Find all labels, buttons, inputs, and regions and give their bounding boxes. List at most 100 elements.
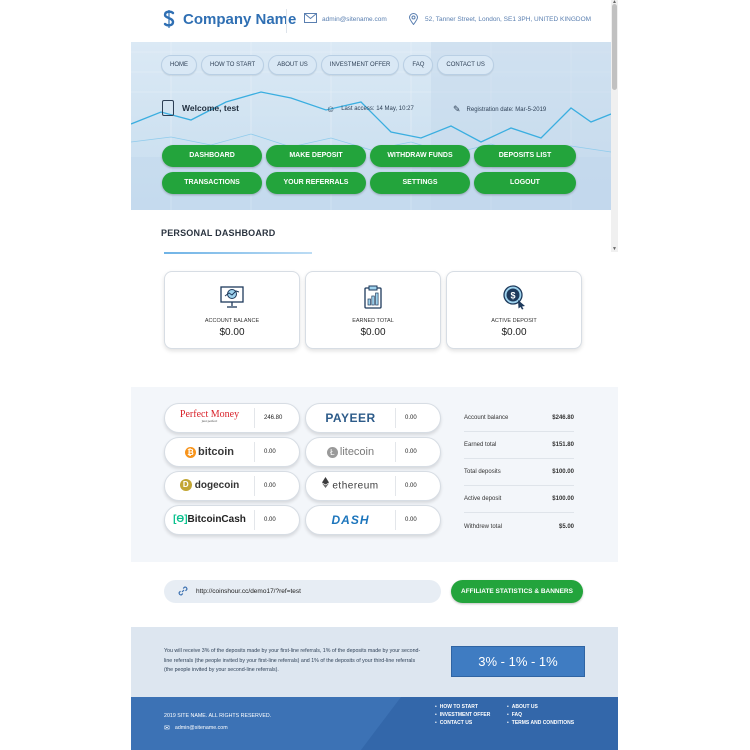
stat-value: $246.80 xyxy=(552,415,574,421)
dogecoin-amount: 0.00 xyxy=(264,483,276,489)
header-address: 52, Tanner Street, London, SE1 3PH, UNIT… xyxy=(406,13,592,26)
welcome-message: Welcome, test xyxy=(162,100,239,116)
payeer-name: PAYEER xyxy=(325,411,376,425)
pencil-icon: ✎ xyxy=(453,104,461,114)
ethereum-amount: 0.00 xyxy=(405,483,417,489)
payeer-logo: PAYEER xyxy=(306,408,396,428)
bitcoin-logo: ₿ bitcoin xyxy=(165,442,255,462)
header-email-text: admin@sitename.com xyxy=(322,15,387,23)
footer-link-investment-offer[interactable]: INVESTMENT OFFER xyxy=(435,712,491,718)
dashboard-button[interactable]: DASHBOARD xyxy=(162,145,262,167)
footer-link-how-to-start[interactable]: HOW TO START xyxy=(435,704,490,710)
scroll-down-icon[interactable]: ▼ xyxy=(612,247,617,252)
main-content: Company Name admin@sitename.com 52, Tann… xyxy=(131,0,618,750)
stat-label: Active deposit xyxy=(464,496,502,502)
footer-link-faq[interactable]: FAQ xyxy=(507,712,574,718)
ethereum-logo: ethereum xyxy=(306,476,396,496)
payeer-amount: 0.00 xyxy=(405,415,417,421)
litecoin-amount: 0.00 xyxy=(405,449,417,455)
referral-info: You will receive 3% of the deposits made… xyxy=(131,627,618,697)
withdraw-funds-button[interactable]: WITHDRAW FUNDS xyxy=(370,145,470,167)
stat-value: $5.00 xyxy=(558,523,574,530)
footer-links-col1: HOW TO START INVESTMENT OFFER CONTACT US xyxy=(435,704,491,726)
scrollbar[interactable]: ▲ ▼ xyxy=(611,0,618,252)
footer-email[interactable]: ✉ admin@sitename.com xyxy=(164,724,228,732)
logout-button[interactable]: LOGOUT xyxy=(474,172,576,194)
referral-link-field[interactable]: http://coinshour.cc/demo17/?ref=test xyxy=(164,580,441,603)
stat-value: $100.00 xyxy=(552,496,574,502)
monitor-chart-icon xyxy=(219,284,245,310)
litecoin-balance: Łlitecoin 0.00 xyxy=(305,437,441,467)
payment-systems-grid: Perfect Money just perfect 246.80 PAYEER… xyxy=(164,403,441,535)
stat-row: Total deposits $100.00 xyxy=(464,459,574,486)
dogecoin-name: dogecoin xyxy=(194,480,240,491)
clipboard-chart-icon xyxy=(360,284,386,310)
hero-banner: HOME HOW TO START ABOUT US INVESTMENT OF… xyxy=(131,42,611,210)
logo[interactable]: Company Name xyxy=(161,9,296,29)
bitcoincash-icon: [ϴ] xyxy=(173,514,188,525)
perfect-money-logo: Perfect Money just perfect xyxy=(165,408,255,428)
stat-value: $100.00 xyxy=(552,469,574,475)
user-icon: ☺ xyxy=(326,104,336,114)
litecoin-logo: Łlitecoin xyxy=(306,442,396,462)
perfect-money-amount: 246.80 xyxy=(264,415,283,421)
active-deposit-card: $ ACTIVE DEPOSIT $0.00 xyxy=(446,271,582,349)
bitcoin-balance: ₿ bitcoin 0.00 xyxy=(164,437,300,467)
account-menu: DASHBOARD MAKE DEPOSIT WITHDRAW FUNDS DE… xyxy=(162,145,576,194)
registration-date: ✎ Registration date: Mar-5-2019 xyxy=(453,104,546,115)
dash-amount: 0.00 xyxy=(405,517,417,523)
site-header: Company Name admin@sitename.com 52, Tann… xyxy=(131,0,611,42)
page: Company Name admin@sitename.com 52, Tann… xyxy=(0,0,750,750)
nav-contact-us[interactable]: CONTACT US xyxy=(437,55,494,75)
referral-description: You will receive 3% of the deposits made… xyxy=(164,648,421,673)
dogecoin-balance: Ddogecoin 0.00 xyxy=(164,471,300,501)
perfect-money-name: Perfect Money xyxy=(179,409,240,420)
footer-link-about-us[interactable]: ABOUT US xyxy=(507,704,574,710)
account-balance-value: $0.00 xyxy=(219,327,245,338)
stat-label: Withdrew total xyxy=(464,523,503,530)
dashboard-title: PERSONAL DASHBOARD xyxy=(161,228,276,238)
nav-about-us[interactable]: ABOUT US xyxy=(268,55,317,75)
dashboard-cards: ACCOUNT BALANCE $0.00 EARNED TOTAL $0.00… xyxy=(164,271,582,349)
bitcoin-amount: 0.00 xyxy=(264,449,276,455)
account-balance-label: ACCOUNT BALANCE xyxy=(204,318,260,324)
dash-name: DASH xyxy=(331,513,370,527)
transactions-button[interactable]: TRANSACTIONS xyxy=(162,172,262,194)
id-card-icon xyxy=(162,100,174,116)
envelope-icon: ✉ xyxy=(164,725,170,732)
stat-row: Account balance $246.80 xyxy=(464,405,574,432)
company-logo-icon xyxy=(161,9,177,29)
earned-total-card: EARNED TOTAL $0.00 xyxy=(305,271,441,349)
affiliate-statistics-button[interactable]: AFFILIATE STATISTICS & BANNERS xyxy=(451,580,583,603)
your-referrals-button[interactable]: YOUR REFERRALS xyxy=(266,172,366,194)
stat-row: Earned total $151.80 xyxy=(464,432,574,459)
active-deposit-value: $0.00 xyxy=(501,327,527,338)
make-deposit-button[interactable]: MAKE DEPOSIT xyxy=(266,145,366,167)
deposits-list-button[interactable]: DEPOSITS LIST xyxy=(474,145,576,167)
bitcoincash-amount: 0.00 xyxy=(264,517,276,523)
welcome-text: Welcome, test xyxy=(182,103,240,113)
earned-total-value: $0.00 xyxy=(360,327,386,338)
header-email[interactable]: admin@sitename.com xyxy=(303,13,387,25)
footer-link-terms[interactable]: TERMS AND CONDITIONS xyxy=(507,720,574,726)
payeer-balance: PAYEER 0.00 xyxy=(305,403,441,433)
location-pin-icon xyxy=(406,13,420,26)
last-access-text: Last access: 14 May, 10:27 xyxy=(341,106,414,112)
settings-button[interactable]: SETTINGS xyxy=(370,172,470,194)
nav-faq[interactable]: FAQ xyxy=(403,55,434,75)
nav-investment-offer[interactable]: INVESTMENT OFFER xyxy=(320,55,400,75)
dash-balance: DASH 0.00 xyxy=(305,505,441,535)
stat-label: Earned total xyxy=(464,442,497,448)
nav-home[interactable]: HOME xyxy=(161,55,197,75)
referral-link-text: http://coinshour.cc/demo17/?ref=test xyxy=(196,588,301,595)
scrollbar-thumb[interactable] xyxy=(612,4,617,90)
last-access: ☺ Last access: 14 May, 10:27 xyxy=(326,104,414,114)
account-stats: Account balance $246.80 Earned total $151.… xyxy=(464,405,574,540)
header-address-text: 52, Tanner Street, London, SE1 3PH, UNIT… xyxy=(425,15,592,23)
main-nav: HOME HOW TO START ABOUT US INVESTMENT OF… xyxy=(161,55,494,75)
stat-row: Withdrew total $5.00 xyxy=(464,513,574,540)
footer-link-contact-us[interactable]: CONTACT US xyxy=(435,720,490,726)
stat-row: Active deposit $100.00 xyxy=(464,486,574,513)
nav-how-to-start[interactable]: HOW TO START xyxy=(201,55,265,75)
bitcoincash-balance: [ϴ]BitcoinCash 0.00 xyxy=(164,505,300,535)
